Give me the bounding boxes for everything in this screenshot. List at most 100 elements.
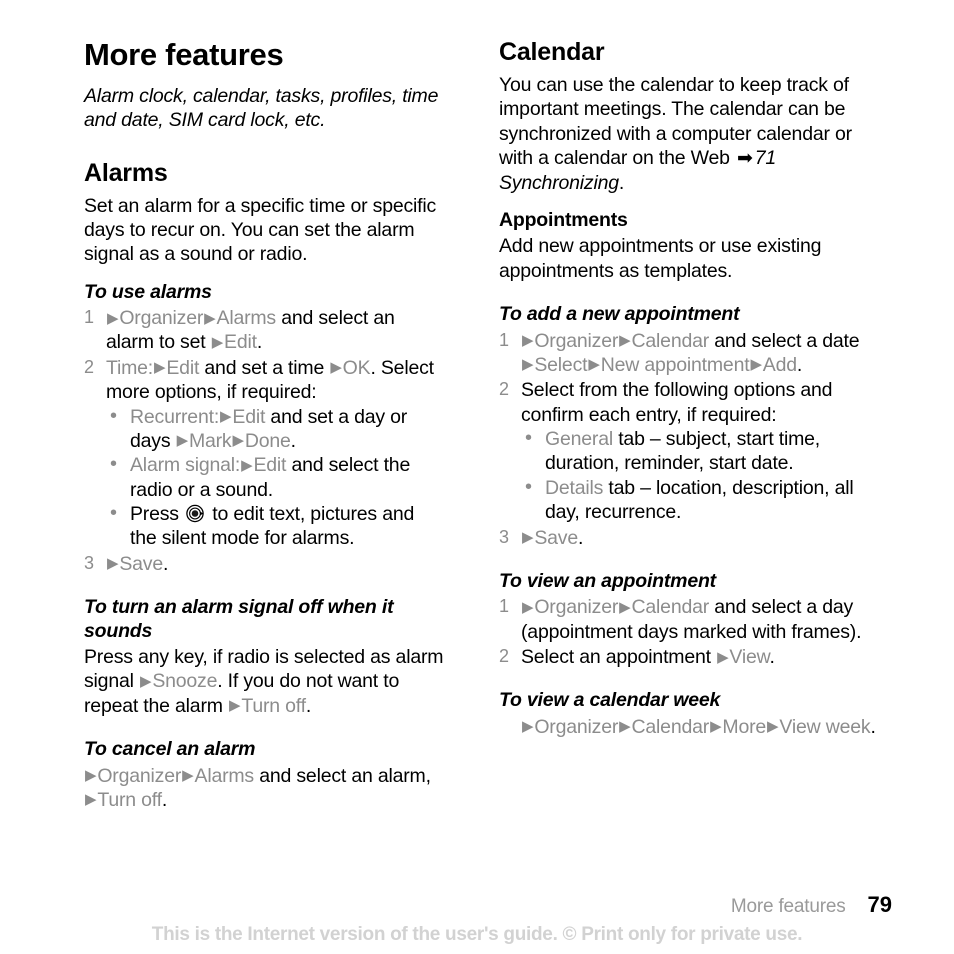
footer-chapter-label: More features xyxy=(730,896,846,917)
menu-path-label: Organizer xyxy=(534,329,619,352)
menu-arrow-icon: ▶ xyxy=(619,718,631,736)
menu-path-label: Organizer xyxy=(534,596,619,619)
appointments-intro-text: Add new appointments or use existing app… xyxy=(499,235,822,282)
sub-bullet-item: • Press to edit text, pictures and the s… xyxy=(106,502,445,551)
menu-arrow-icon: ▶ xyxy=(220,408,232,426)
page-subtitle: Alarm clock, calendar, tasks, profiles, … xyxy=(84,85,439,132)
sub-bullet-list: • Recurrent:▶Edit and set a day or days … xyxy=(106,405,445,551)
calendar-intro-text: You can use the calendar to keep track o… xyxy=(499,73,880,195)
page-title: More features xyxy=(84,37,284,72)
menu-arrow-icon: ▶ xyxy=(85,767,97,785)
intro-text: . xyxy=(618,171,625,194)
menu-arrow-icon: ▶ xyxy=(522,598,534,616)
step-text: and select an alarm, xyxy=(254,764,431,787)
step-text: . xyxy=(796,353,803,376)
menu-arrow-icon: ▶ xyxy=(330,359,342,377)
menu-arrow-icon: ▶ xyxy=(176,432,189,450)
menu-arrow-icon: ▶ xyxy=(211,333,224,351)
steps-list-view-appointment: 1 ▶Organizer▶Calendar and select a day (… xyxy=(499,595,880,669)
menu-path-label: Calendar xyxy=(631,596,710,619)
bullet-dot-icon: • xyxy=(110,404,117,427)
step-text: . xyxy=(163,552,169,575)
step-item: 1 ▶Organizer▶Alarms and select an alarm … xyxy=(84,306,445,355)
menu-arrow-icon: ▶ xyxy=(85,791,97,809)
menu-arrow-icon: ▶ xyxy=(522,718,534,736)
menu-path-label: Alarms xyxy=(194,764,255,787)
steps-list-use-alarms: 1 ▶Organizer▶Alarms and select an alarm … xyxy=(84,306,445,576)
menu-path-label: Organizer xyxy=(534,715,619,738)
menu-path-label: Save xyxy=(119,552,163,575)
step-text: . xyxy=(256,331,263,354)
menu-arrow-icon: ▶ xyxy=(154,359,166,377)
menu-path-label: Mark xyxy=(188,429,232,452)
cross-reference-arrow-icon: ➡ xyxy=(736,147,753,169)
subsection-heading-appointments: Appointments xyxy=(499,209,628,231)
tab-name-label: General xyxy=(545,428,613,451)
menu-path-label: Organizer xyxy=(119,307,204,330)
menu-path-label: Snooze xyxy=(152,670,218,693)
menu-path-label: Save xyxy=(534,526,578,549)
menu-path-label: Edit xyxy=(232,405,266,428)
menu-arrow-icon: ▶ xyxy=(139,672,152,690)
menu-arrow-icon: ▶ xyxy=(619,598,631,616)
bullet-dot-icon: • xyxy=(525,427,532,450)
step-number: 3 xyxy=(84,552,94,573)
step-item: 1 ▶Organizer▶Calendar and select a date … xyxy=(499,329,880,378)
bullet-dot-icon: • xyxy=(525,475,532,498)
menu-path-label: View week xyxy=(779,715,871,738)
menu-path-label: Time: xyxy=(106,356,154,379)
step-item: 1 ▶Organizer▶Calendar and select a day (… xyxy=(499,595,880,644)
section-heading-calendar: Calendar xyxy=(499,38,605,66)
step-text: . xyxy=(305,694,312,717)
section-heading-alarms: Alarms xyxy=(84,158,168,187)
step-number: 3 xyxy=(499,526,509,547)
menu-path-label: OK xyxy=(342,356,371,379)
procedure-title-cancel-alarm: To cancel an alarm xyxy=(84,738,256,761)
step-text: and set a time xyxy=(199,356,330,379)
menu-path-label: Turn off xyxy=(97,788,162,811)
intro-text: You can use the calendar to keep track o… xyxy=(499,73,852,169)
menu-arrow-icon: ▶ xyxy=(619,332,631,350)
menu-path-label: More xyxy=(722,715,767,738)
menu-path-label: Organizer xyxy=(97,764,182,787)
menu-path-label: Calendar xyxy=(631,329,710,352)
step-item: 3 ▶Save. xyxy=(84,552,445,576)
joystick-icon xyxy=(186,504,205,523)
menu-arrow-icon: ▶ xyxy=(232,432,245,450)
menu-path-label: Edit xyxy=(166,356,200,379)
page-number: 79 xyxy=(867,892,892,917)
step-item: ▶Organizer▶Calendar▶More▶View week. xyxy=(499,715,880,739)
step-text: . xyxy=(161,788,168,811)
cancel-alarm-text: ▶Organizer▶Alarms and select an alarm, ▶… xyxy=(84,764,445,813)
menu-arrow-icon: ▶ xyxy=(241,456,253,474)
tab-name-label: Details xyxy=(545,476,604,499)
menu-path-label: Recurrent: xyxy=(130,405,220,428)
footer-line: More features 79 xyxy=(731,892,892,918)
step-item: 3 ▶Save. xyxy=(499,526,880,550)
menu-path-label: Alarms xyxy=(216,307,277,330)
sub-bullet-item: • General tab – subject, start time, dur… xyxy=(521,427,880,476)
step-item: 2 Select from the following options and … xyxy=(499,378,880,524)
menu-arrow-icon: ▶ xyxy=(522,529,534,547)
turn-off-alarm-text: Press any key, if radio is selected as a… xyxy=(84,645,445,718)
step-item: 2 Select an appointment ▶View. xyxy=(499,645,880,669)
menu-path-label: Turn off xyxy=(241,694,306,717)
step-number: 1 xyxy=(499,596,509,617)
step-number: 1 xyxy=(84,307,94,328)
menu-path-label: New appointment xyxy=(600,353,750,376)
step-number: 2 xyxy=(84,356,94,377)
right-column: Calendar You can use the calendar to kee… xyxy=(455,38,910,816)
menu-arrow-icon: ▶ xyxy=(107,309,119,327)
step-text: Select from the following options and co… xyxy=(521,379,833,426)
menu-path-label: Calendar xyxy=(631,715,710,738)
step-text: Select an appointment xyxy=(521,646,717,669)
watermark-notice: This is the Internet version of the user… xyxy=(151,924,803,945)
menu-arrow-icon: ▶ xyxy=(767,718,779,736)
bullet-text: Press xyxy=(130,503,185,526)
step-text: and select a date xyxy=(709,329,860,352)
menu-arrow-icon: ▶ xyxy=(522,332,534,350)
bullet-dot-icon: • xyxy=(110,502,117,525)
procedure-title-view-appointment: To view an appointment xyxy=(499,569,716,592)
step-item: 2 Time:▶Edit and set a time ▶OK. Select … xyxy=(84,356,445,551)
menu-arrow-icon: ▶ xyxy=(750,356,762,374)
